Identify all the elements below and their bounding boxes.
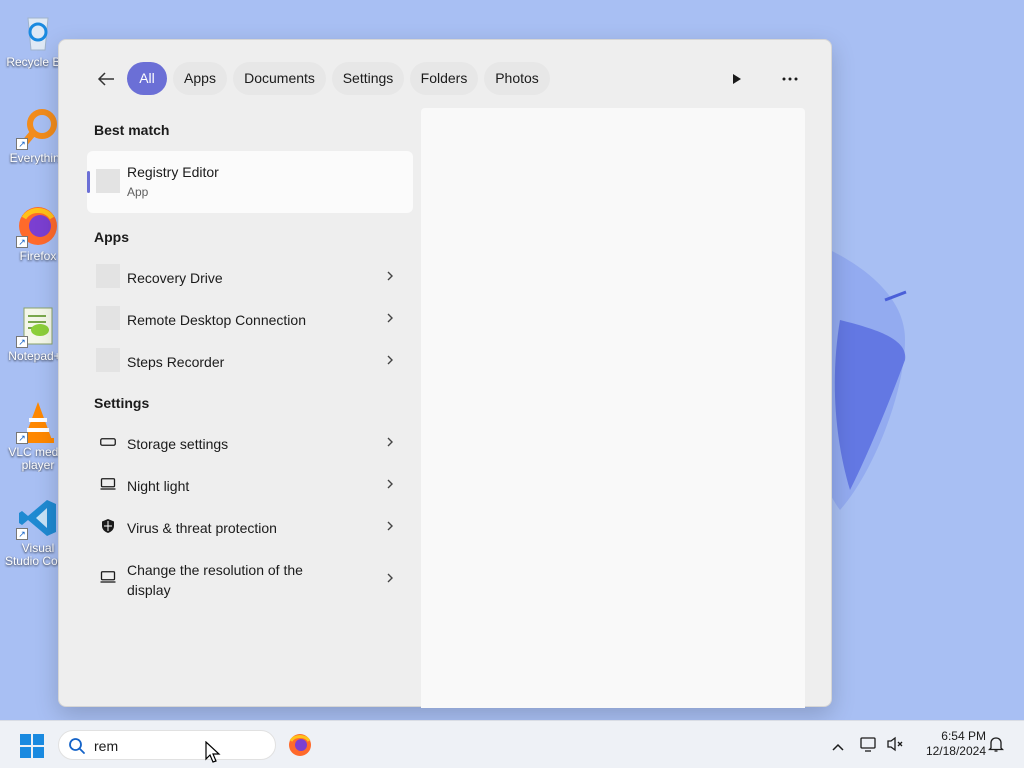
steps-recorder-icon bbox=[96, 348, 120, 372]
play-button[interactable] bbox=[724, 66, 750, 92]
bell-icon bbox=[987, 737, 1005, 752]
network-status-button[interactable] bbox=[860, 735, 878, 758]
result-label: Change the resolution of the display bbox=[127, 562, 303, 598]
notepad-plus-plus-icon: ↗ bbox=[16, 304, 60, 348]
selection-indicator bbox=[87, 171, 90, 193]
more-options-button[interactable] bbox=[777, 66, 803, 92]
windows-logo-icon bbox=[20, 734, 44, 758]
best-match-heading: Best match bbox=[94, 122, 170, 138]
filter-folders[interactable]: Folders bbox=[410, 62, 478, 95]
everything-search-icon: ↗ bbox=[16, 106, 60, 150]
volume-muted-icon bbox=[887, 736, 903, 752]
notifications-button[interactable] bbox=[987, 735, 1005, 758]
firefox-icon: ↗ bbox=[16, 204, 60, 248]
chevron-up-icon bbox=[832, 743, 844, 751]
best-match-result[interactable]: Registry Editor App bbox=[87, 151, 413, 213]
vlc-icon: ↗ bbox=[16, 400, 60, 444]
settings-heading: Settings bbox=[94, 395, 150, 411]
taskbar-clock[interactable]: 6:54 PM 12/18/2024 bbox=[912, 729, 986, 759]
shield-icon bbox=[96, 514, 120, 538]
chevron-right-icon[interactable] bbox=[385, 571, 395, 585]
back-arrow-icon bbox=[97, 72, 114, 86]
result-storage-settings[interactable]: Storage settings bbox=[87, 423, 413, 461]
display-icon bbox=[96, 565, 120, 589]
play-icon bbox=[733, 74, 741, 84]
apps-heading: Apps bbox=[94, 229, 129, 245]
back-button[interactable] bbox=[93, 66, 119, 92]
result-night-light[interactable]: Night light bbox=[87, 465, 413, 503]
filter-documents[interactable]: Documents bbox=[233, 62, 326, 95]
result-label: Recovery Drive bbox=[127, 270, 223, 286]
filter-all[interactable]: All bbox=[127, 62, 167, 95]
best-match-title: Registry Editor bbox=[127, 164, 219, 180]
result-label: Storage settings bbox=[127, 436, 229, 452]
result-label: Steps Recorder bbox=[127, 354, 225, 370]
taskbar-search-box[interactable] bbox=[58, 730, 276, 760]
shortcut-arrow-icon: ↗ bbox=[16, 528, 28, 540]
remote-desktop-icon bbox=[96, 306, 120, 330]
search-icon bbox=[69, 738, 85, 754]
filter-apps[interactable]: Apps bbox=[173, 62, 227, 95]
taskbar-firefox-button[interactable] bbox=[288, 733, 312, 762]
chevron-right-icon[interactable] bbox=[385, 311, 395, 325]
filter-photos[interactable]: Photos bbox=[484, 62, 550, 95]
registry-editor-icon bbox=[96, 169, 120, 193]
result-change-resolution[interactable]: Change the resolution of the display bbox=[87, 549, 413, 605]
mouse-cursor-icon bbox=[205, 741, 221, 763]
storage-icon bbox=[96, 430, 120, 454]
recovery-drive-icon bbox=[96, 264, 120, 288]
start-search-panel: All Apps Documents Settings Folders Phot… bbox=[58, 39, 832, 708]
taskbar: 6:54 PM 12/18/2024 bbox=[0, 720, 1024, 768]
result-virus-threat-protection[interactable]: Virus & threat protection bbox=[87, 507, 413, 545]
clock-date: 12/18/2024 bbox=[925, 744, 986, 758]
chevron-right-icon[interactable] bbox=[385, 353, 395, 367]
result-label: Virus & threat protection bbox=[127, 520, 277, 536]
chevron-right-icon[interactable] bbox=[385, 477, 395, 491]
best-match-subtitle: App bbox=[127, 185, 149, 199]
network-icon bbox=[860, 737, 876, 752]
show-hidden-icons-button[interactable] bbox=[831, 739, 845, 757]
filter-settings[interactable]: Settings bbox=[332, 62, 404, 95]
shortcut-arrow-icon: ↗ bbox=[16, 236, 28, 248]
shortcut-arrow-icon: ↗ bbox=[16, 138, 28, 150]
result-label: Night light bbox=[127, 478, 190, 494]
display-icon bbox=[96, 472, 120, 496]
volume-button[interactable] bbox=[886, 736, 904, 757]
shortcut-arrow-icon: ↗ bbox=[16, 432, 28, 444]
result-steps-recorder[interactable]: Steps Recorder bbox=[87, 341, 413, 379]
search-input[interactable] bbox=[94, 735, 264, 757]
clock-time: 6:54 PM bbox=[941, 729, 986, 743]
shortcut-arrow-icon: ↗ bbox=[16, 336, 28, 348]
vscode-icon: ↗ bbox=[16, 496, 60, 540]
start-button[interactable] bbox=[20, 734, 44, 758]
chevron-right-icon[interactable] bbox=[385, 519, 395, 533]
result-recovery-drive[interactable]: Recovery Drive bbox=[87, 257, 413, 295]
firefox-icon bbox=[289, 734, 311, 756]
more-dots-icon bbox=[782, 77, 798, 81]
chevron-right-icon[interactable] bbox=[385, 269, 395, 283]
recycle-bin-icon bbox=[16, 10, 60, 54]
search-filter-bar: All Apps Documents Settings Folders Phot… bbox=[59, 62, 831, 96]
chevron-right-icon[interactable] bbox=[385, 435, 395, 449]
result-label: Remote Desktop Connection bbox=[127, 312, 306, 328]
result-preview-pane bbox=[421, 108, 805, 708]
result-remote-desktop-connection[interactable]: Remote Desktop Connection bbox=[87, 299, 413, 337]
